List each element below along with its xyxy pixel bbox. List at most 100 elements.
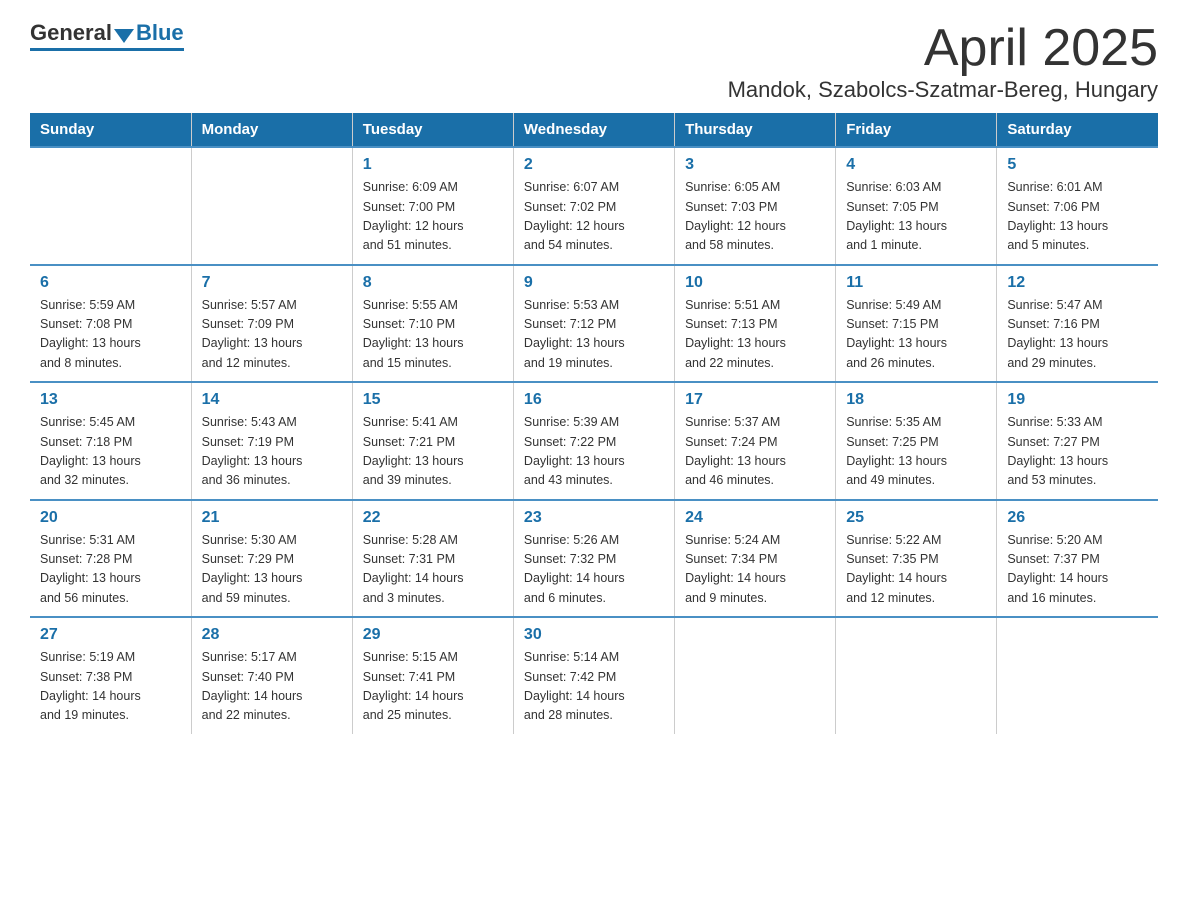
day-number: 14 — [202, 391, 342, 409]
header-row: SundayMondayTuesdayWednesdayThursdayFrid… — [30, 113, 1158, 147]
calendar-cell: 12Sunrise: 5:47 AMSunset: 7:16 PMDayligh… — [997, 265, 1158, 383]
day-info: Sunrise: 5:30 AMSunset: 7:29 PMDaylight:… — [202, 531, 342, 609]
calendar-cell: 13Sunrise: 5:45 AMSunset: 7:18 PMDayligh… — [30, 382, 191, 500]
day-info: Sunrise: 5:26 AMSunset: 7:32 PMDaylight:… — [524, 531, 664, 609]
calendar-cell: 17 Sunrise: 5:37 AMSunset: 7:24 PMDayligh… — [675, 382, 836, 500]
header-cell-friday: Friday — [836, 113, 997, 147]
day-info: Sunrise: 5:20 AMSunset: 7:37 PMDaylight:… — [1007, 531, 1148, 609]
week-row-5: 27 Sunrise: 5:19 AMSunset: 7:38 PMDayligh… — [30, 617, 1158, 734]
day-number: 16 — [524, 391, 664, 409]
day-info: Sunrise: 5:57 AMSunset: 7:09 PMDaylight:… — [202, 296, 342, 374]
location-title: Mandok, Szabolcs-Szatmar-Bereg, Hungary — [728, 77, 1158, 103]
day-number: 23 — [524, 509, 664, 527]
day-number: 15 — [363, 391, 503, 409]
day-info: Sunrise: 5:31 AMSunset: 7:28 PMDaylight:… — [40, 531, 181, 609]
calendar-cell: 15Sunrise: 5:41 AMSunset: 7:21 PMDayligh… — [352, 382, 513, 500]
header-cell-wednesday: Wednesday — [513, 113, 674, 147]
logo: General Blue — [30, 20, 184, 51]
header-cell-thursday: Thursday — [675, 113, 836, 147]
calendar-cell — [191, 147, 352, 265]
day-info: Sunrise: 5:43 AMSunset: 7:19 PMDaylight:… — [202, 413, 342, 491]
calendar-cell: 18 Sunrise: 5:35 AMSunset: 7:25 PMDayligh… — [836, 382, 997, 500]
day-info: Sunrise: 6:09 AMSunset: 7:00 PMDaylight:… — [363, 178, 503, 256]
day-number: 27 — [40, 626, 181, 644]
day-number: 3 — [685, 156, 825, 174]
calendar-header: SundayMondayTuesdayWednesdayThursdayFrid… — [30, 113, 1158, 147]
calendar-cell: 7 Sunrise: 5:57 AMSunset: 7:09 PMDaylight… — [191, 265, 352, 383]
calendar-cell — [30, 147, 191, 265]
calendar-cell: 27 Sunrise: 5:19 AMSunset: 7:38 PMDayligh… — [30, 617, 191, 734]
day-number: 19 — [1007, 391, 1148, 409]
calendar-cell — [675, 617, 836, 734]
day-info: Sunrise: 5:17 AMSunset: 7:40 PMDaylight:… — [202, 648, 342, 726]
day-number: 6 — [40, 274, 181, 292]
day-number: 26 — [1007, 509, 1148, 527]
day-info: Sunrise: 5:35 AMSunset: 7:25 PMDaylight:… — [846, 413, 986, 491]
calendar-cell: 22 Sunrise: 5:28 AMSunset: 7:31 PMDayligh… — [352, 500, 513, 618]
day-info: Sunrise: 5:19 AMSunset: 7:38 PMDaylight:… — [40, 648, 181, 726]
title-block: April 2025 Mandok, Szabolcs-Szatmar-Bere… — [728, 20, 1158, 103]
header-cell-saturday: Saturday — [997, 113, 1158, 147]
day-number: 7 — [202, 274, 342, 292]
logo-blue-text: Blue — [136, 20, 184, 46]
logo-arrow-icon — [114, 29, 134, 43]
day-info: Sunrise: 5:22 AMSunset: 7:35 PMDaylight:… — [846, 531, 986, 609]
day-info: Sunrise: 5:33 AMSunset: 7:27 PMDaylight:… — [1007, 413, 1148, 491]
day-number: 5 — [1007, 156, 1148, 174]
day-info: Sunrise: 6:05 AMSunset: 7:03 PMDaylight:… — [685, 178, 825, 256]
day-number: 17 — [685, 391, 825, 409]
day-info: Sunrise: 5:28 AMSunset: 7:31 PMDaylight:… — [363, 531, 503, 609]
calendar-cell — [836, 617, 997, 734]
week-row-3: 13Sunrise: 5:45 AMSunset: 7:18 PMDayligh… — [30, 382, 1158, 500]
day-info: Sunrise: 5:59 AMSunset: 7:08 PMDaylight:… — [40, 296, 181, 374]
month-title: April 2025 — [728, 20, 1158, 77]
day-number: 28 — [202, 626, 342, 644]
day-number: 25 — [846, 509, 986, 527]
calendar-cell: 1Sunrise: 6:09 AMSunset: 7:00 PMDaylight… — [352, 147, 513, 265]
day-info: Sunrise: 5:37 AMSunset: 7:24 PMDaylight:… — [685, 413, 825, 491]
header-cell-tuesday: Tuesday — [352, 113, 513, 147]
week-row-1: 1Sunrise: 6:09 AMSunset: 7:00 PMDaylight… — [30, 147, 1158, 265]
day-number: 4 — [846, 156, 986, 174]
page-header: General Blue April 2025 Mandok, Szabolcs… — [30, 20, 1158, 103]
day-info: Sunrise: 5:15 AMSunset: 7:41 PMDaylight:… — [363, 648, 503, 726]
calendar-cell: 28 Sunrise: 5:17 AMSunset: 7:40 PMDayligh… — [191, 617, 352, 734]
week-row-2: 6 Sunrise: 5:59 AMSunset: 7:08 PMDaylight… — [30, 265, 1158, 383]
day-number: 29 — [363, 626, 503, 644]
day-number: 22 — [363, 509, 503, 527]
day-info: Sunrise: 6:01 AMSunset: 7:06 PMDaylight:… — [1007, 178, 1148, 256]
header-cell-sunday: Sunday — [30, 113, 191, 147]
calendar-cell: 11 Sunrise: 5:49 AMSunset: 7:15 PMDayligh… — [836, 265, 997, 383]
calendar-cell: 14 Sunrise: 5:43 AMSunset: 7:19 PMDayligh… — [191, 382, 352, 500]
day-number: 18 — [846, 391, 986, 409]
calendar-cell: 5 Sunrise: 6:01 AMSunset: 7:06 PMDaylight… — [997, 147, 1158, 265]
calendar-cell: 2Sunrise: 6:07 AMSunset: 7:02 PMDaylight… — [513, 147, 674, 265]
calendar-cell: 29 Sunrise: 5:15 AMSunset: 7:41 PMDayligh… — [352, 617, 513, 734]
header-cell-monday: Monday — [191, 113, 352, 147]
calendar-cell: 24 Sunrise: 5:24 AMSunset: 7:34 PMDayligh… — [675, 500, 836, 618]
calendar-cell: 19 Sunrise: 5:33 AMSunset: 7:27 PMDayligh… — [997, 382, 1158, 500]
day-info: Sunrise: 5:45 AMSunset: 7:18 PMDaylight:… — [40, 413, 181, 491]
calendar-cell: 20Sunrise: 5:31 AMSunset: 7:28 PMDayligh… — [30, 500, 191, 618]
day-number: 24 — [685, 509, 825, 527]
day-info: Sunrise: 5:24 AMSunset: 7:34 PMDaylight:… — [685, 531, 825, 609]
calendar-cell: 21Sunrise: 5:30 AMSunset: 7:29 PMDayligh… — [191, 500, 352, 618]
day-info: Sunrise: 5:14 AMSunset: 7:42 PMDaylight:… — [524, 648, 664, 726]
calendar-cell: 8Sunrise: 5:55 AMSunset: 7:10 PMDaylight… — [352, 265, 513, 383]
day-number: 9 — [524, 274, 664, 292]
day-number: 10 — [685, 274, 825, 292]
calendar-cell — [997, 617, 1158, 734]
calendar-cell: 9 Sunrise: 5:53 AMSunset: 7:12 PMDaylight… — [513, 265, 674, 383]
day-info: Sunrise: 5:53 AMSunset: 7:12 PMDaylight:… — [524, 296, 664, 374]
day-number: 2 — [524, 156, 664, 174]
day-info: Sunrise: 5:49 AMSunset: 7:15 PMDaylight:… — [846, 296, 986, 374]
calendar-cell: 4 Sunrise: 6:03 AMSunset: 7:05 PMDaylight… — [836, 147, 997, 265]
calendar-cell: 25 Sunrise: 5:22 AMSunset: 7:35 PMDayligh… — [836, 500, 997, 618]
day-number: 11 — [846, 274, 986, 292]
day-info: Sunrise: 5:47 AMSunset: 7:16 PMDaylight:… — [1007, 296, 1148, 374]
calendar-table: SundayMondayTuesdayWednesdayThursdayFrid… — [30, 113, 1158, 734]
day-info: Sunrise: 6:03 AMSunset: 7:05 PMDaylight:… — [846, 178, 986, 256]
calendar-cell: 26 Sunrise: 5:20 AMSunset: 7:37 PMDayligh… — [997, 500, 1158, 618]
day-info: Sunrise: 5:51 AMSunset: 7:13 PMDaylight:… — [685, 296, 825, 374]
week-row-4: 20Sunrise: 5:31 AMSunset: 7:28 PMDayligh… — [30, 500, 1158, 618]
